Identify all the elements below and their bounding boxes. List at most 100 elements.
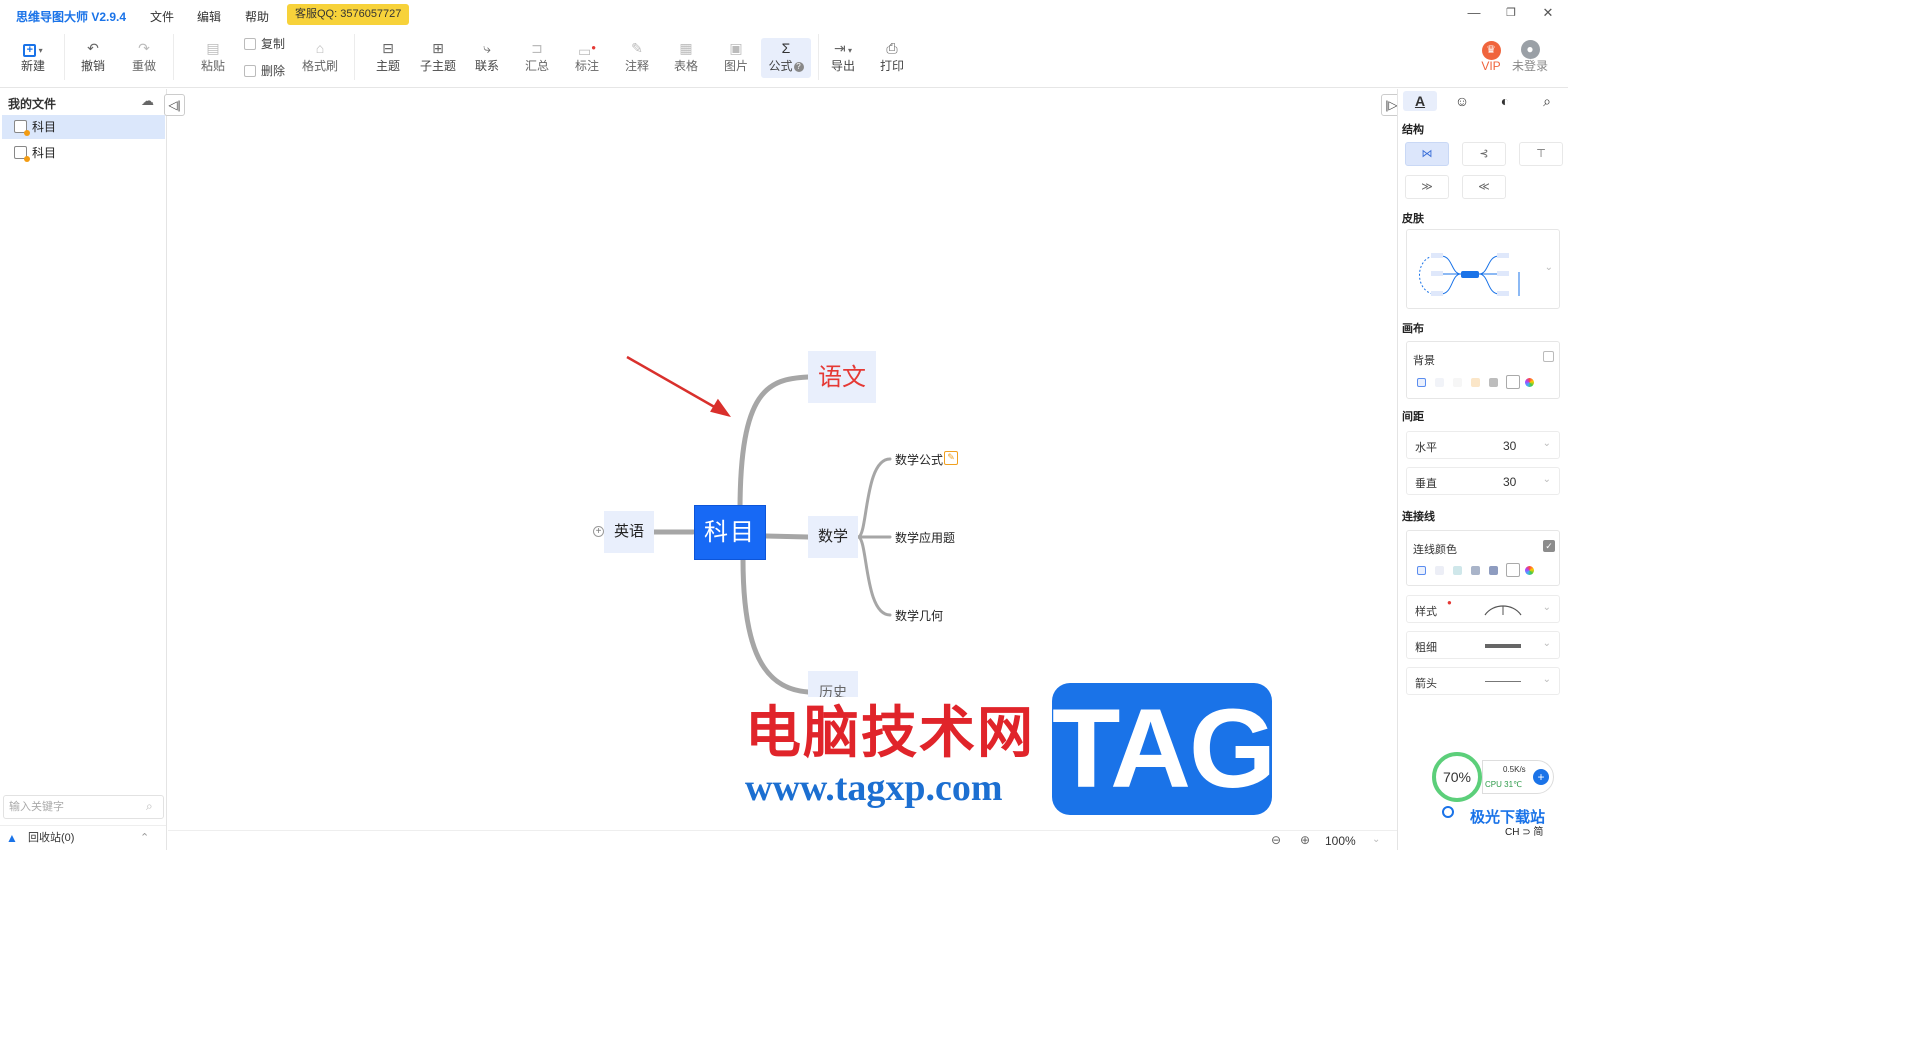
expand-toggle-icon[interactable]: + — [593, 526, 604, 537]
undo-icon: ↶ — [87, 40, 99, 56]
vertical-spacing-select[interactable]: 垂直 30 ⌄ — [1406, 467, 1560, 495]
toolbar: + ▾ 新建 ↶ 撤销 ↷ 重做 ▤ 粘贴 复制 删除 ⌂ 格式刷 ⊟ 主题 ⊞… — [0, 30, 1568, 88]
skin-selector[interactable]: ⌄ — [1406, 229, 1560, 309]
add-icon[interactable]: + — [1533, 769, 1549, 785]
relation-button[interactable]: ⤷ 联系 — [464, 38, 510, 78]
swatch-none[interactable] — [1506, 375, 1520, 389]
swatch[interactable] — [1453, 378, 1462, 387]
tab-search[interactable]: ⌕ — [1530, 91, 1564, 111]
swatch[interactable] — [1489, 566, 1498, 575]
format-painter-button[interactable]: ⌂ 格式刷 — [297, 38, 343, 78]
summary-button[interactable]: ⊐ 汇总 — [514, 38, 560, 78]
minimize-button[interactable]: — — [1464, 5, 1484, 21]
table-button[interactable]: ▦ 表格 — [663, 38, 709, 78]
undo-button[interactable]: ↶ 撤销 — [70, 38, 116, 78]
topic-button[interactable]: ⊟ 主题 — [365, 38, 411, 78]
delete-icon — [244, 65, 256, 77]
zoom-level[interactable]: 100% — [1325, 834, 1356, 848]
line-color-label: 连线颜色 — [1413, 544, 1457, 556]
structure-right-option[interactable]: ⊰ — [1462, 142, 1506, 166]
zoom-in-icon[interactable]: ⊕ — [1300, 833, 1310, 847]
support-qq-badge[interactable]: 客服QQ: 3576057727 — [287, 4, 410, 25]
memory-gauge[interactable]: 70% — [1432, 752, 1482, 802]
branch-node-english[interactable]: 英语 — [604, 511, 654, 553]
swatch-color-icon[interactable] — [1417, 566, 1426, 575]
copy-button[interactable]: 复制 — [244, 35, 285, 52]
formula-button[interactable]: Σ 公式? — [761, 38, 811, 78]
line-color-setting: 连线颜色 ✓ — [1406, 530, 1560, 586]
color-picker-icon[interactable] — [1525, 378, 1534, 387]
search-icon[interactable]: ⌕ — [146, 799, 153, 814]
structure-fishbone-left-option[interactable]: ≪ — [1462, 175, 1506, 199]
smiley-icon: ☺ — [1454, 93, 1470, 109]
relation-icon: ⤷ — [483, 40, 491, 56]
swatch[interactable] — [1471, 566, 1480, 575]
restore-button[interactable]: ❐ — [1501, 5, 1521, 21]
structure-mindmap-option[interactable]: ⋈ — [1405, 142, 1449, 166]
swatch[interactable] — [1453, 566, 1462, 575]
subnode-math-formula[interactable]: 数学公式 — [895, 451, 943, 468]
menu-edit[interactable]: 编辑 — [197, 8, 221, 25]
swatch[interactable] — [1435, 378, 1444, 387]
swatch[interactable] — [1489, 378, 1498, 387]
chevron-down-icon: ⌄ — [1542, 602, 1551, 613]
file-item[interactable]: 科目 — [2, 115, 165, 139]
structure-fishbone-right-option[interactable]: ≫ — [1405, 175, 1449, 199]
login-button[interactable]: ● 未登录 — [1507, 38, 1553, 78]
note-button[interactable]: ✎ 注释 — [614, 38, 660, 78]
search-input[interactable]: 输入关键字 — [3, 795, 164, 819]
line-color-checkbox[interactable]: ✓ — [1543, 540, 1555, 552]
subnode-math-geometry[interactable]: 数学几何 — [895, 607, 943, 624]
redo-button[interactable]: ↷ 重做 — [121, 38, 167, 78]
connector-to-math — [763, 533, 811, 540]
table-icon: ▦ — [679, 40, 693, 56]
horizontal-spacing-select[interactable]: 水平 30 ⌄ — [1406, 431, 1560, 459]
structure-org-option[interactable]: ⊤ — [1519, 142, 1563, 166]
line-thickness-select[interactable]: 粗细 ⌄ — [1406, 631, 1560, 659]
watermark-tag-logo: TAG — [1052, 683, 1276, 815]
close-button[interactable]: ✕ — [1538, 5, 1558, 21]
watermark-url: www.tagxp.com — [745, 767, 1003, 809]
subnode-math-application[interactable]: 数学应用题 — [895, 529, 955, 546]
cloud-sync-icon[interactable]: ☁ — [141, 93, 154, 109]
format-painter-icon: ⌂ — [315, 40, 325, 56]
trash-bin[interactable]: ▲ 回收站(0) ⌃ — [0, 825, 166, 850]
watermark-text: 电脑技术网 — [745, 700, 1035, 766]
branch-node-math[interactable]: 数学 — [808, 516, 858, 558]
subtopic-button[interactable]: ⊞ 子主题 — [415, 38, 461, 78]
zoom-dropdown-icon[interactable]: ⌄ — [1372, 834, 1380, 845]
print-button[interactable]: ⎙ 打印 — [869, 38, 915, 78]
collapse-up-icon[interactable]: ⌃ — [140, 826, 149, 851]
swatch-color-icon[interactable] — [1417, 378, 1426, 387]
image-button[interactable]: ▣ 图片 — [713, 38, 759, 78]
tab-style[interactable]: A — [1403, 91, 1437, 111]
branch-node-chinese[interactable]: 语文 — [808, 351, 876, 403]
color-picker-icon[interactable] — [1525, 566, 1534, 575]
background-checkbox[interactable] — [1543, 351, 1554, 362]
swatch-none[interactable] — [1506, 563, 1520, 577]
marker-icon: ▭● — [577, 43, 597, 59]
tab-theme[interactable]: ◐ — [1488, 91, 1522, 111]
line-arrow-select[interactable]: 箭头 ⌄ — [1406, 667, 1560, 695]
line-style-select[interactable]: 样式 ● ⌄ — [1406, 595, 1560, 623]
note-icon[interactable]: ✎ — [944, 451, 958, 465]
swatch[interactable] — [1471, 378, 1480, 387]
formula-icon: Σ — [781, 40, 791, 56]
menu-help[interactable]: 帮助 — [245, 8, 269, 25]
root-node[interactable]: 科目 — [694, 505, 766, 560]
export-icon: ⇥ ▾ — [834, 40, 852, 56]
file-item[interactable]: 科目 — [2, 141, 165, 165]
thickness-preview — [1485, 644, 1521, 648]
image-icon: ▣ — [729, 40, 743, 56]
paste-button[interactable]: ▤ 粘贴 — [190, 38, 236, 78]
structure-heading: 结构 — [1402, 124, 1424, 136]
marker-button[interactable]: ▭● 标注 — [564, 38, 610, 78]
delete-button[interactable]: 删除 — [244, 62, 285, 79]
export-button[interactable]: ⇥ ▾ 导出 — [820, 38, 866, 78]
zoom-out-icon[interactable]: ⊖ — [1271, 833, 1281, 847]
menu-file[interactable]: 文件 — [150, 8, 174, 25]
tab-icons[interactable]: ☺ — [1445, 91, 1479, 111]
swatch[interactable] — [1435, 566, 1444, 575]
redo-icon: ↷ — [138, 40, 150, 56]
new-button[interactable]: + ▾ 新建 — [10, 38, 56, 78]
